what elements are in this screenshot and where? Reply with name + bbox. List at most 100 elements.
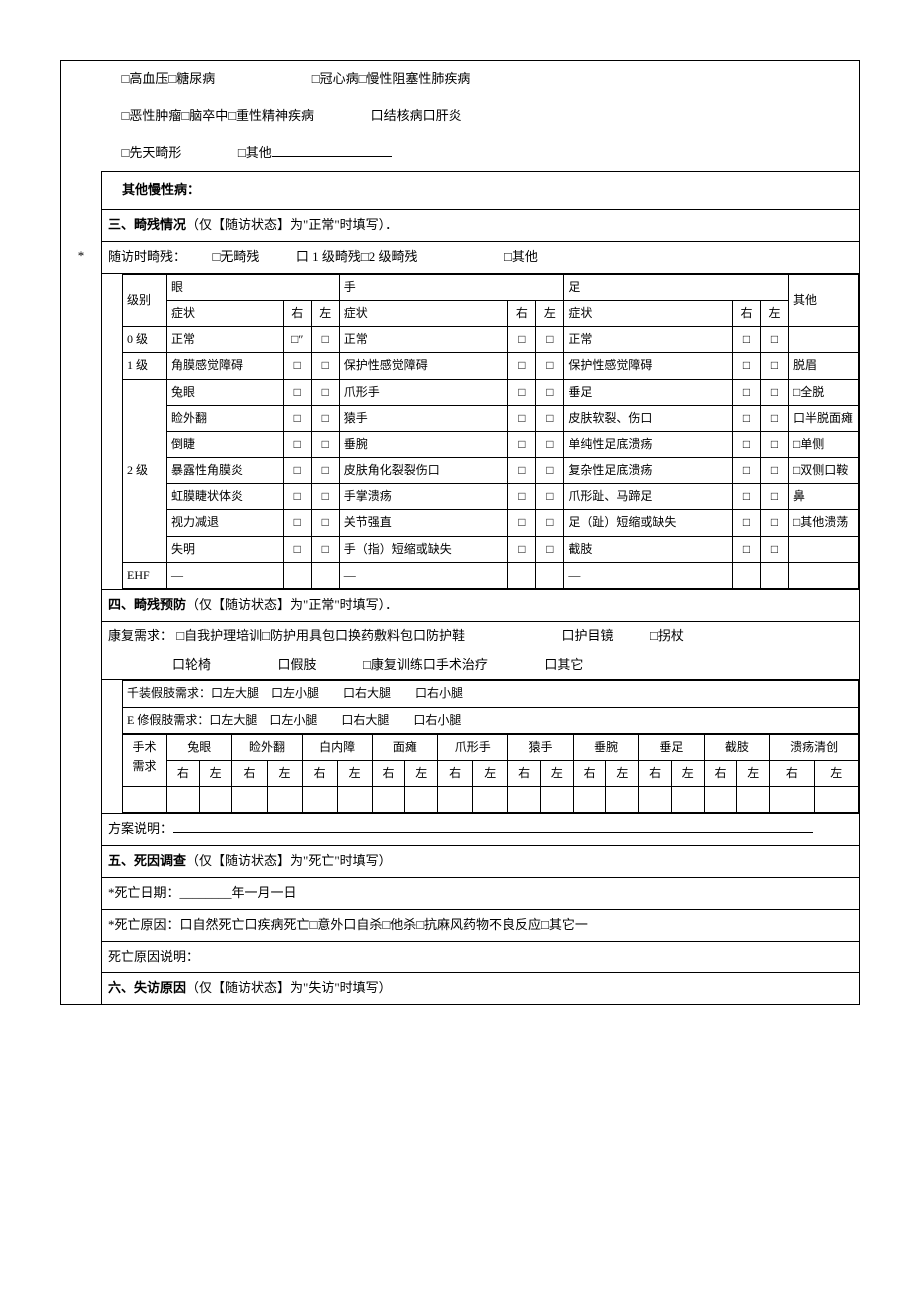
surg-cell[interactable] (337, 787, 372, 813)
foot-r-cb[interactable]: □ (733, 484, 761, 510)
need-line1[interactable]: □自我护理培训□防护用具包口换药敷料包口防护鞋 (176, 628, 465, 643)
visit-l1[interactable]: 口 1 级畸残□2 级畸残 (296, 249, 418, 264)
eye-r-cb[interactable]: □″ (283, 327, 311, 353)
surg-cell[interactable] (508, 787, 541, 813)
surg-l[interactable]: 左 (199, 760, 232, 786)
foot-l-cb[interactable]: □ (761, 536, 789, 562)
need-crutch[interactable]: □拐杖 (650, 628, 684, 643)
surg-cell[interactable] (405, 787, 438, 813)
surg-cell[interactable] (232, 787, 267, 813)
eye-l-cb[interactable]: □ (311, 536, 339, 562)
surg-cell[interactable] (541, 787, 574, 813)
eye-r-cb[interactable]: □ (283, 536, 311, 562)
other-cell[interactable]: □单侧 (789, 431, 859, 457)
hand-r-cb[interactable]: □ (508, 353, 536, 379)
other-cell[interactable]: 鼻 (789, 484, 859, 510)
other-cell[interactable] (789, 536, 859, 562)
foot-r-cb[interactable]: □ (733, 431, 761, 457)
surg-r[interactable]: 右 (704, 760, 737, 786)
surg-cell[interactable] (438, 787, 473, 813)
death-cause[interactable]: *死亡原因：口自然死亡口疾病死亡□意外口自杀□他杀□抗麻风药物不良反应□其它一 (102, 909, 860, 941)
death-desc[interactable]: 死亡原因说明： (102, 941, 860, 973)
hand-r-cb[interactable]: □ (508, 379, 536, 405)
need-rehab[interactable]: □康复训练口手术治疗 (363, 657, 488, 672)
surg-cell[interactable] (199, 787, 232, 813)
eye-l-cb[interactable]: □ (311, 431, 339, 457)
surg-cell[interactable] (267, 787, 302, 813)
foot-l-cb[interactable]: □ (761, 327, 789, 353)
death-date[interactable]: *死亡日期：________年一月一日 (102, 877, 860, 909)
foot-l-cb[interactable]: □ (761, 484, 789, 510)
surg-cell[interactable] (671, 787, 704, 813)
surg-cell[interactable] (606, 787, 639, 813)
surg-cell[interactable] (814, 787, 858, 813)
surg-r[interactable]: 右 (508, 760, 541, 786)
foot-l-cb[interactable]: □ (761, 431, 789, 457)
surg-r[interactable]: 右 (372, 760, 405, 786)
hand-r-cb[interactable]: □ (508, 405, 536, 431)
surg-cell[interactable] (639, 787, 672, 813)
surg-r[interactable]: 右 (232, 760, 267, 786)
hand-l-cb[interactable]: □ (536, 327, 564, 353)
surg-cell[interactable] (737, 787, 770, 813)
eye-l-cb[interactable]: □ (311, 458, 339, 484)
surg-cell[interactable] (302, 787, 337, 813)
surg-l[interactable]: 左 (671, 760, 704, 786)
eye-r-cb[interactable]: □ (283, 379, 311, 405)
hand-l-cb[interactable]: □ (536, 353, 564, 379)
hand-r-cb[interactable]: □ (508, 458, 536, 484)
surg-l[interactable]: 左 (814, 760, 858, 786)
surg-l[interactable]: 左 (473, 760, 508, 786)
hand-r-cb[interactable]: □ (508, 484, 536, 510)
eye-r-cb[interactable]: □ (283, 431, 311, 457)
eye-r-cb[interactable]: □ (283, 484, 311, 510)
eye-l-cb[interactable]: □ (311, 379, 339, 405)
surg-cell[interactable] (573, 787, 606, 813)
foot-l-cb[interactable]: □ (761, 405, 789, 431)
surg-cell[interactable] (372, 787, 405, 813)
surg-r[interactable]: 右 (302, 760, 337, 786)
other-cell[interactable]: □其他溃荡 (789, 510, 859, 536)
surg-r[interactable]: 右 (167, 760, 200, 786)
need-other[interactable]: 口其它 (544, 657, 583, 672)
visit-other[interactable]: □其他 (504, 249, 538, 264)
need-prosth[interactable]: 口假肢 (278, 657, 317, 672)
eye-l-cb[interactable]: □ (311, 510, 339, 536)
eye-l-cb[interactable]: □ (311, 327, 339, 353)
foot-l-cb[interactable]: □ (761, 458, 789, 484)
surg-r[interactable]: 右 (438, 760, 473, 786)
prosth-repair[interactable]: E 修假肢需求：口左大腿 口左小腿 口右大腿 口右小腿 (123, 707, 859, 733)
surg-cell[interactable] (167, 787, 200, 813)
surg-l[interactable]: 左 (267, 760, 302, 786)
need-wheelchair[interactable]: 口轮椅 (172, 657, 211, 672)
hand-l-cb[interactable]: □ (536, 510, 564, 536)
surg-r[interactable]: 右 (639, 760, 672, 786)
foot-l-cb[interactable]: □ (761, 353, 789, 379)
prosth-install[interactable]: 千装假肢需求：口左大腿 口左小腿 口右大腿 口右小腿 (123, 681, 859, 707)
surg-r[interactable]: 右 (770, 760, 814, 786)
hand-r-cb[interactable]: □ (508, 536, 536, 562)
hand-l-cb[interactable]: □ (536, 405, 564, 431)
hand-r-cb[interactable]: □ (508, 431, 536, 457)
hand-l-cb[interactable]: □ (536, 458, 564, 484)
eye-l-cb[interactable]: □ (311, 405, 339, 431)
hand-l-cb[interactable]: □ (536, 431, 564, 457)
eye-r-cb[interactable]: □ (283, 405, 311, 431)
foot-r-cb[interactable]: □ (733, 327, 761, 353)
foot-r-cb[interactable]: □ (733, 536, 761, 562)
eye-l-cb[interactable]: □ (311, 353, 339, 379)
hand-l-cb[interactable]: □ (536, 379, 564, 405)
eye-r-cb[interactable]: □ (283, 510, 311, 536)
foot-r-cb[interactable]: □ (733, 353, 761, 379)
surg-cell[interactable] (770, 787, 814, 813)
surg-l[interactable]: 左 (541, 760, 574, 786)
surg-l[interactable]: 左 (737, 760, 770, 786)
eye-r-cb[interactable]: □ (283, 458, 311, 484)
other-cell[interactable]: 口半脱面瘫 (789, 405, 859, 431)
surg-cell[interactable] (704, 787, 737, 813)
surg-l[interactable]: 左 (337, 760, 372, 786)
hand-l-cb[interactable]: □ (536, 484, 564, 510)
foot-r-cb[interactable]: □ (733, 379, 761, 405)
foot-l-cb[interactable]: □ (761, 379, 789, 405)
hand-r-cb[interactable]: □ (508, 510, 536, 536)
